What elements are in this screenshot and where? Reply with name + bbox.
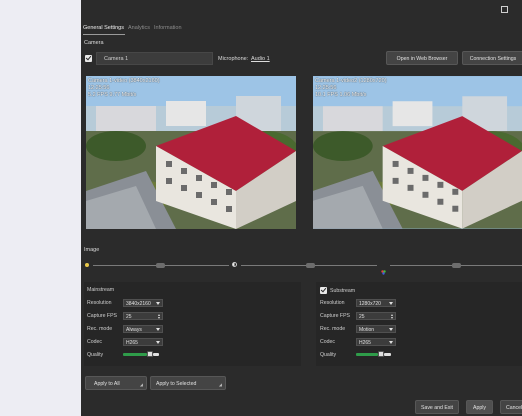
- cancel-button[interactable]: Cancel: [500, 400, 522, 414]
- camera-frame-image: [86, 76, 296, 229]
- apply-to-all-label: Apply to All: [94, 381, 120, 387]
- capture-fps-stepper[interactable]: 25: [356, 312, 396, 320]
- contrast-slider-handle[interactable]: [306, 263, 315, 268]
- substream-panel: Substream Resolution 1280x720 Capture FP…: [316, 282, 522, 366]
- codec-select[interactable]: H265: [123, 338, 163, 346]
- codec-label: Codec: [87, 339, 102, 345]
- apply-to-selected-button[interactable]: Apply to Selected ◢: [150, 376, 226, 390]
- mainstream-panel: Mainstream Resolution 3840x2160 Capture …: [84, 282, 301, 366]
- save-and-exit-button[interactable]: Save and Exit: [415, 400, 459, 414]
- chevron-down-icon: [389, 302, 393, 305]
- stepper-down-icon[interactable]: [391, 317, 393, 319]
- chevron-down-icon: [389, 341, 393, 344]
- dropdown-corner-icon: ◢: [139, 382, 143, 387]
- image-section-label: Image: [84, 247, 100, 253]
- video-title-overlay: Camera 1-video (3840x2160): [88, 78, 160, 84]
- tab-bar: General Settings Analytics Information: [83, 25, 186, 31]
- tab-information[interactable]: Information: [154, 25, 182, 31]
- video-time-overlay: 12:25:56: [88, 85, 110, 91]
- active-tab-indicator: [83, 34, 125, 35]
- open-web-browser-button[interactable]: Open in Web Browser: [386, 51, 458, 65]
- tab-general-settings[interactable]: General Settings: [83, 25, 124, 31]
- rec-mode-value: Motion: [359, 327, 375, 333]
- quality-slider-handle[interactable]: [147, 351, 153, 357]
- quality-slider[interactable]: [123, 353, 147, 356]
- contrast-icon: [232, 262, 237, 267]
- microphone-label: Microphone:: [218, 56, 249, 62]
- rec-mode-label: Rec. mode: [320, 326, 346, 332]
- rec-mode-value: Always: [126, 327, 142, 333]
- capture-fps-value: 25: [359, 314, 365, 320]
- codec-label: Codec: [320, 339, 335, 345]
- dropdown-corner-icon: ◢: [218, 382, 222, 387]
- rec-mode-label: Rec. mode: [87, 326, 113, 332]
- resolution-label: Resolution: [87, 300, 112, 306]
- stepper-up-icon[interactable]: [158, 314, 160, 316]
- video-time-overlay: 12:25:56: [315, 85, 337, 91]
- camera-enabled-checkbox[interactable]: [85, 55, 92, 62]
- microphone-link[interactable]: Audio 1: [251, 56, 270, 62]
- tab-analytics[interactable]: Analytics: [128, 25, 150, 31]
- camera-section-label: Camera: [84, 40, 104, 46]
- quality-label: Quality: [87, 352, 104, 358]
- quality-slider-remaining: [153, 353, 159, 356]
- capture-fps-label: Capture FPS: [320, 313, 350, 319]
- video-preview-main[interactable]: Camera 1-video (3840x2160) 12:25:56 5.2 …: [86, 76, 296, 229]
- chevron-down-icon: [156, 328, 160, 331]
- stepper-down-icon[interactable]: [158, 317, 160, 319]
- capture-fps-label: Capture FPS: [87, 313, 117, 319]
- video-title-overlay: Camera 1-video2 (1280x720): [315, 78, 387, 84]
- chevron-down-icon: [156, 302, 160, 305]
- substream-enabled-checkbox[interactable]: [320, 287, 327, 294]
- saturation-slider-handle[interactable]: [452, 263, 461, 268]
- codec-value: H265: [126, 340, 138, 346]
- video-stats-overlay: 5.2 FPS 9.77 Mbit/s: [88, 92, 137, 98]
- camera-name-field[interactable]: Camera 1: [96, 52, 213, 65]
- resolution-value: 3840x2160: [126, 301, 151, 307]
- mainstream-title: Mainstream: [87, 287, 115, 293]
- video-stats-overlay: 10.1 FPS 1.06 Mbit/s: [315, 92, 367, 98]
- brightness-slider-handle[interactable]: [156, 263, 165, 268]
- connection-settings-button[interactable]: Connection Settings: [462, 51, 522, 65]
- quality-slider-remaining: [384, 353, 391, 356]
- apply-to-selected-label: Apply to Selected: [156, 381, 197, 387]
- stepper-up-icon[interactable]: [391, 314, 393, 316]
- quality-slider[interactable]: [356, 353, 378, 356]
- camera-settings-window: General Settings Analytics Information Cam…: [81, 0, 522, 416]
- camera-frame-image: [313, 76, 522, 229]
- apply-to-all-button[interactable]: Apply to All ◢: [85, 376, 147, 390]
- capture-fps-stepper[interactable]: 25: [123, 312, 163, 320]
- title-bar: [81, 0, 522, 22]
- chevron-down-icon: [389, 328, 393, 331]
- resolution-value: 1280x720: [359, 301, 381, 307]
- brightness-icon: [85, 263, 89, 267]
- codec-select[interactable]: H265: [356, 338, 396, 346]
- codec-value: H265: [359, 340, 371, 346]
- chevron-down-icon: [156, 341, 160, 344]
- resolution-label: Resolution: [320, 300, 345, 306]
- rec-mode-select[interactable]: Always: [123, 325, 163, 333]
- resolution-select[interactable]: 1280x720: [356, 299, 396, 307]
- substream-title: Substream: [330, 288, 356, 294]
- rec-mode-select[interactable]: Motion: [356, 325, 396, 333]
- quality-slider-handle[interactable]: [378, 351, 384, 357]
- video-preview-sub[interactable]: Camera 1-video2 (1280x720) 12:25:56 10.1…: [313, 76, 522, 229]
- capture-fps-value: 25: [126, 314, 132, 320]
- apply-button[interactable]: Apply: [466, 400, 493, 414]
- resolution-select[interactable]: 3840x2160: [123, 299, 163, 307]
- quality-label: Quality: [320, 352, 337, 358]
- maximize-icon[interactable]: [501, 6, 508, 13]
- saturation-icon: [381, 262, 386, 275]
